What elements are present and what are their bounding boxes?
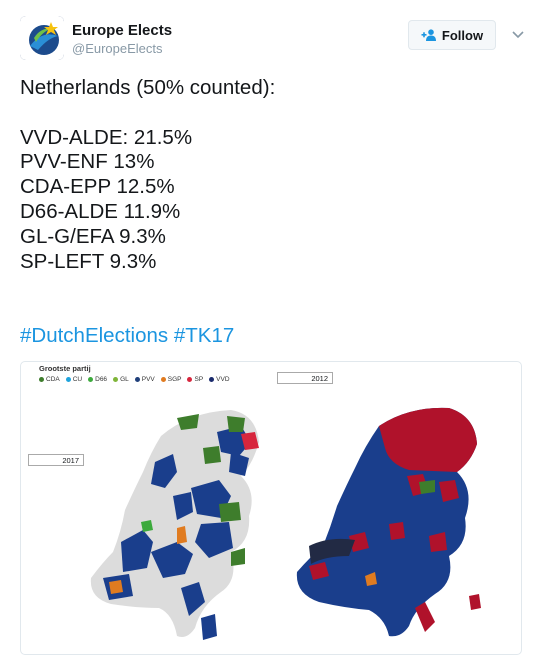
legend-item: PVV [134, 376, 155, 383]
legend-label: VVD [216, 376, 230, 383]
legend-label: SGP [167, 376, 182, 383]
tweet-text: Netherlands (50% counted): VVD-ALDE: 21.… [20, 76, 520, 274]
chevron-down-icon[interactable] [510, 26, 526, 42]
legend: CDA CU D66 GL PVV SGP SP VVD [39, 376, 230, 383]
netherlands-map-2017 [90, 410, 259, 640]
europe-elects-logo-icon [20, 16, 64, 60]
tweet-line: VVD-ALDE: 21.5% [20, 125, 193, 149]
legend-item: GL [113, 376, 129, 383]
legend-item: SP [187, 376, 203, 383]
legend-item: CU [65, 376, 83, 383]
legend-dot [113, 377, 119, 382]
legend-label: SP [194, 376, 204, 383]
tweet-line: Netherlands (50% counted): [20, 76, 276, 99]
legend-dot [88, 377, 94, 382]
avatar[interactable] [20, 16, 64, 60]
tweet-line: D66-ALDE 11.9% [20, 199, 181, 223]
account-name[interactable]: Europe Elects [72, 22, 172, 39]
legend-label: PVV [141, 376, 155, 383]
legend-label: GL [120, 376, 129, 383]
legend-dot [39, 377, 44, 382]
hashtag-link[interactable]: #TK17 [174, 324, 234, 347]
follow-label: Follow [441, 27, 484, 43]
tweet-line: CDA-EPP 12.5% [20, 175, 175, 199]
netherlands-map-2012 [296, 407, 481, 637]
tweet-header: Europe Elects @EuropeElects Follow [20, 16, 524, 60]
tweet-line: GL-G/EFA 9.3% [20, 224, 166, 248]
legend-dot [160, 377, 166, 382]
legend-item: CDA [39, 376, 60, 383]
year-label-2012: 2012 [277, 372, 333, 384]
legend-dot [134, 377, 140, 382]
legend-label: D66 [95, 376, 108, 383]
legend-label: CDA [46, 376, 60, 383]
media-image[interactable]: Grootste partij CDA CU D66 GL PVV SGP SP… [20, 361, 522, 655]
hashtags: #DutchElections #TK17 [20, 324, 234, 348]
follow-button[interactable]: Follow [408, 20, 496, 50]
legend-dot [187, 377, 193, 382]
legend-item: D66 [88, 376, 107, 383]
hashtag-link[interactable]: #DutchElections [20, 324, 168, 347]
tweet-line: SP-LEFT 9.3% [20, 249, 157, 273]
legend-dot [209, 377, 215, 382]
legend-item: VVD [209, 376, 230, 383]
legend-dot [65, 377, 71, 382]
legend-label: CU [72, 376, 83, 383]
tweet-line: PVV-ENF 13% [20, 150, 155, 174]
add-user-icon [421, 29, 436, 41]
legend-item: SGP [160, 376, 182, 383]
account-handle[interactable]: @EuropeElects [72, 41, 163, 56]
year-label-2017: 2017 [28, 454, 84, 466]
legend-title: Grootste partij [39, 364, 91, 373]
